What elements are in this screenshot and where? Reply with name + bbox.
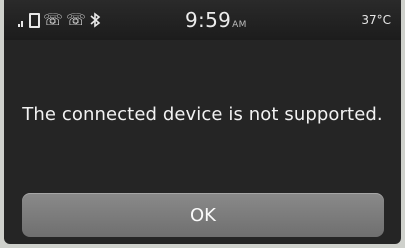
ok-button-label: OK [190,204,216,226]
signal-strength-icon [18,13,23,27]
sd-card-icon [29,12,40,28]
clock: 9:59AM [185,8,247,32]
ok-button[interactable]: OK [22,193,384,237]
status-icons: ☏ ☏ [18,9,101,31]
dialog-message: The connected device is not supported. [22,104,383,125]
status-bar: ☏ ☏ 9:59AM 37°C [4,0,401,40]
clock-ampm: AM [232,20,247,30]
handset-1-icon: ☏ [43,10,64,29]
clock-time: 9:59 [185,8,232,32]
outside-temperature: 37°C [361,13,391,27]
bluetooth-icon [90,12,101,28]
handset-2-icon: ☏ [66,10,87,29]
head-unit-screen: ☏ ☏ 9:59AM 37°C The connected device is … [4,0,401,244]
